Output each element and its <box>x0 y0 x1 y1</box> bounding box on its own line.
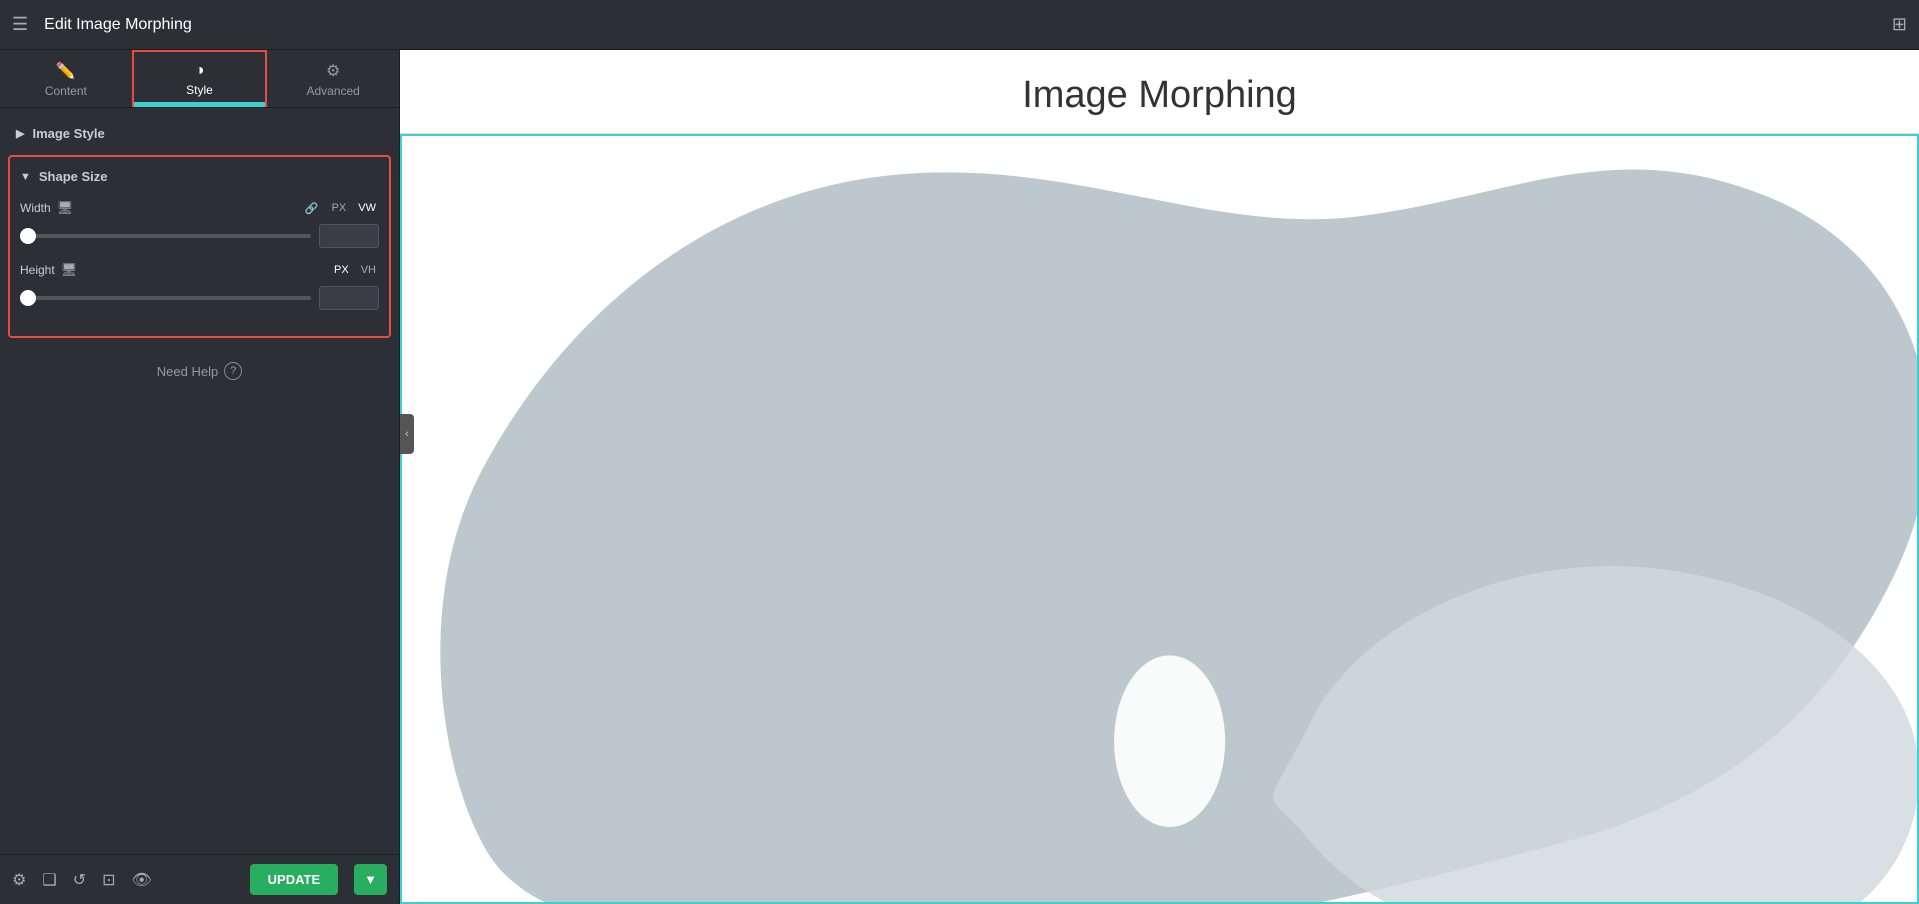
canvas-area: Image Morphing <box>400 50 1919 904</box>
content-icon: ✏️ <box>56 61 76 81</box>
need-help[interactable]: Need Help ? <box>0 342 399 400</box>
tab-content-label: Content <box>45 84 87 98</box>
image-style-arrow: ▶ <box>16 127 24 140</box>
canvas-title: Image Morphing <box>400 50 1919 134</box>
shape-size-header[interactable]: ▼ Shape Size <box>20 169 379 184</box>
tab-content[interactable]: ✏️ Content <box>0 50 132 107</box>
image-style-label: Image Style <box>32 126 104 141</box>
width-control: Width 🖥 🔗 PX VW <box>20 200 379 248</box>
width-unit-vw[interactable]: VW <box>355 201 379 215</box>
help-circle-icon: ? <box>224 362 242 380</box>
height-unit-vh[interactable]: VH <box>358 263 379 277</box>
hamburger-icon[interactable]: ☰ <box>12 14 28 35</box>
tab-advanced[interactable]: ⚙ Advanced <box>267 50 399 107</box>
width-slider[interactable] <box>20 234 311 238</box>
sidebar-bottom-bar: ⚙ ❑ ↺ ⊡ 👁 UPDATE ▼ <box>0 854 399 904</box>
width-text: Width <box>20 201 51 215</box>
tab-style[interactable]: ◑ Style <box>132 50 268 107</box>
shape-size-label: Shape Size <box>39 169 108 184</box>
page-title: Edit Image Morphing <box>44 16 192 34</box>
width-label: Width 🖥 <box>20 200 73 216</box>
shape-size-arrow: ▼ <box>20 171 31 183</box>
layers-icon[interactable]: ❑ <box>42 870 56 890</box>
height-label-row: Height 🖥 PX VH <box>20 262 379 278</box>
sidebar-content: ▶ Image Style ▼ Shape Size <box>0 108 399 854</box>
eye-icon[interactable]: 👁 <box>132 870 152 890</box>
style-icon: ◑ <box>195 62 205 80</box>
height-text: Height <box>20 263 55 277</box>
tab-style-label: Style <box>186 83 213 97</box>
history-icon[interactable]: ↺ <box>73 870 86 890</box>
morphing-svg <box>402 136 1917 902</box>
grid-icon[interactable]: ⊞ <box>1892 14 1907 35</box>
tabs-bar: ✏️ Content ◑ Style ⚙ Advanced <box>0 50 399 108</box>
width-unit-px[interactable]: PX <box>329 201 350 215</box>
image-style-header[interactable]: ▶ Image Style <box>0 116 399 151</box>
advanced-icon: ⚙ <box>326 61 340 81</box>
width-monitor-icon: 🖥 <box>57 200 74 216</box>
need-help-label: Need Help <box>157 364 218 379</box>
link-icon: 🔗 <box>305 202 319 215</box>
sidebar: ✏️ Content ◑ Style ⚙ Advanced <box>0 50 400 904</box>
update-arrow-button[interactable]: ▼ <box>354 864 387 895</box>
update-button[interactable]: UPDATE <box>250 864 338 895</box>
collapse-handle[interactable]: ‹ <box>400 414 414 454</box>
width-slider-row <box>20 224 379 248</box>
responsive-icon[interactable]: ⊡ <box>102 870 115 890</box>
height-value-input[interactable] <box>319 286 379 310</box>
canvas-content <box>400 134 1919 904</box>
height-control: Height 🖥 PX VH <box>20 262 379 310</box>
width-value-input[interactable] <box>319 224 379 248</box>
height-unit-px[interactable]: PX <box>331 263 352 277</box>
top-bar: ☰ Edit Image Morphing ⊞ <box>0 0 1919 50</box>
width-units: 🔗 PX VW <box>305 201 379 215</box>
height-slider-row <box>20 286 379 310</box>
height-monitor-icon: 🖥 <box>61 262 78 278</box>
height-label: Height 🖥 <box>20 262 77 278</box>
shape-size-panel: ▼ Shape Size Width 🖥 🔗 <box>8 155 391 338</box>
width-label-row: Width 🖥 🔗 PX VW <box>20 200 379 216</box>
height-slider[interactable] <box>20 296 311 300</box>
settings-icon[interactable]: ⚙ <box>12 870 26 890</box>
tab-advanced-label: Advanced <box>306 84 359 98</box>
height-units: PX VH <box>331 263 379 277</box>
